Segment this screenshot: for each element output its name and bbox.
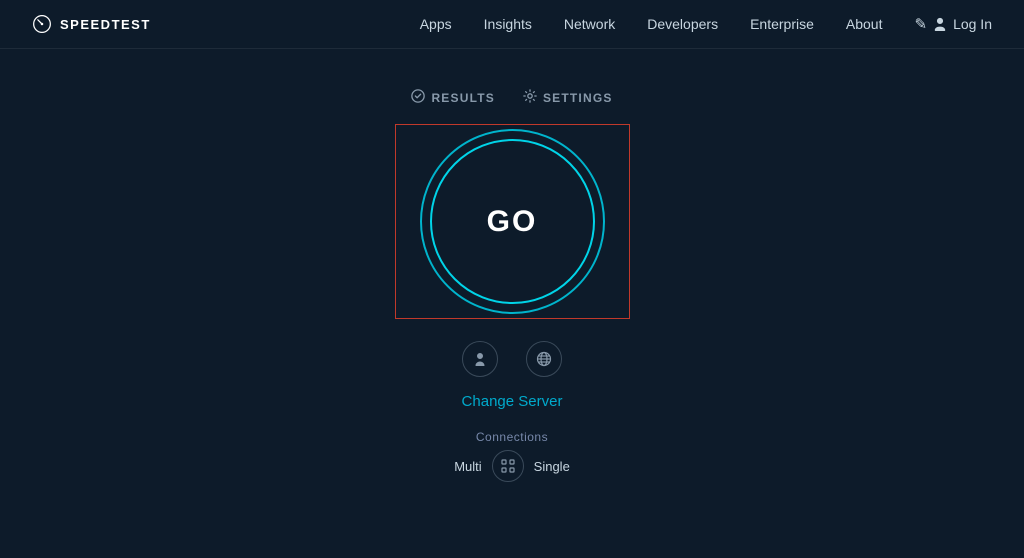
person-icon-button[interactable] <box>462 341 498 377</box>
header: SPEEDTEST Apps Insights Network Develope… <box>0 0 1024 49</box>
tabs-row: RESULTS SETTINGS <box>411 89 612 106</box>
tab-settings[interactable]: SETTINGS <box>523 89 613 106</box>
connections-label: Connections <box>476 430 548 444</box>
grid-icon <box>500 458 516 474</box>
person-icon: ✎ <box>914 15 927 33</box>
globe-icon <box>536 351 552 367</box>
single-label: Single <box>534 459 570 474</box>
go-circle-outer: GO <box>420 129 605 314</box>
settings-label: SETTINGS <box>543 91 613 105</box>
connections-toggle: Multi Single <box>454 450 570 482</box>
login-label: Log In <box>953 16 992 32</box>
connections-area: Connections Multi Single <box>454 430 570 482</box>
nav-insights[interactable]: Insights <box>484 16 532 32</box>
nav-developers[interactable]: Developers <box>647 16 718 32</box>
nav: Apps Insights Network Developers Enterpr… <box>420 15 992 33</box>
main-content: RESULTS SETTINGS GO <box>0 49 1024 482</box>
logo-area: SPEEDTEST <box>32 14 151 34</box>
person-icon <box>472 351 488 367</box>
nav-network[interactable]: Network <box>564 16 615 32</box>
logo-text: SPEEDTEST <box>60 17 151 32</box>
tab-results[interactable]: RESULTS <box>411 89 495 106</box>
multi-label: Multi <box>454 459 481 474</box>
results-label: RESULTS <box>431 91 495 105</box>
nav-apps[interactable]: Apps <box>420 16 452 32</box>
go-button-container[interactable]: GO <box>395 124 630 319</box>
login-button[interactable]: ✎ Log In <box>914 15 992 33</box>
results-icon <box>411 89 425 106</box>
connections-toggle-button[interactable] <box>492 450 524 482</box>
globe-icon-button[interactable] <box>526 341 562 377</box>
nav-enterprise[interactable]: Enterprise <box>750 16 814 32</box>
icons-row <box>462 341 562 377</box>
user-icon <box>933 17 947 31</box>
go-label: GO <box>487 205 538 239</box>
settings-icon <box>523 89 537 106</box>
nav-about[interactable]: About <box>846 16 883 32</box>
speedtest-logo-icon <box>32 14 52 34</box>
change-server-link[interactable]: Change Server <box>462 393 563 410</box>
go-button[interactable]: GO <box>430 139 595 304</box>
